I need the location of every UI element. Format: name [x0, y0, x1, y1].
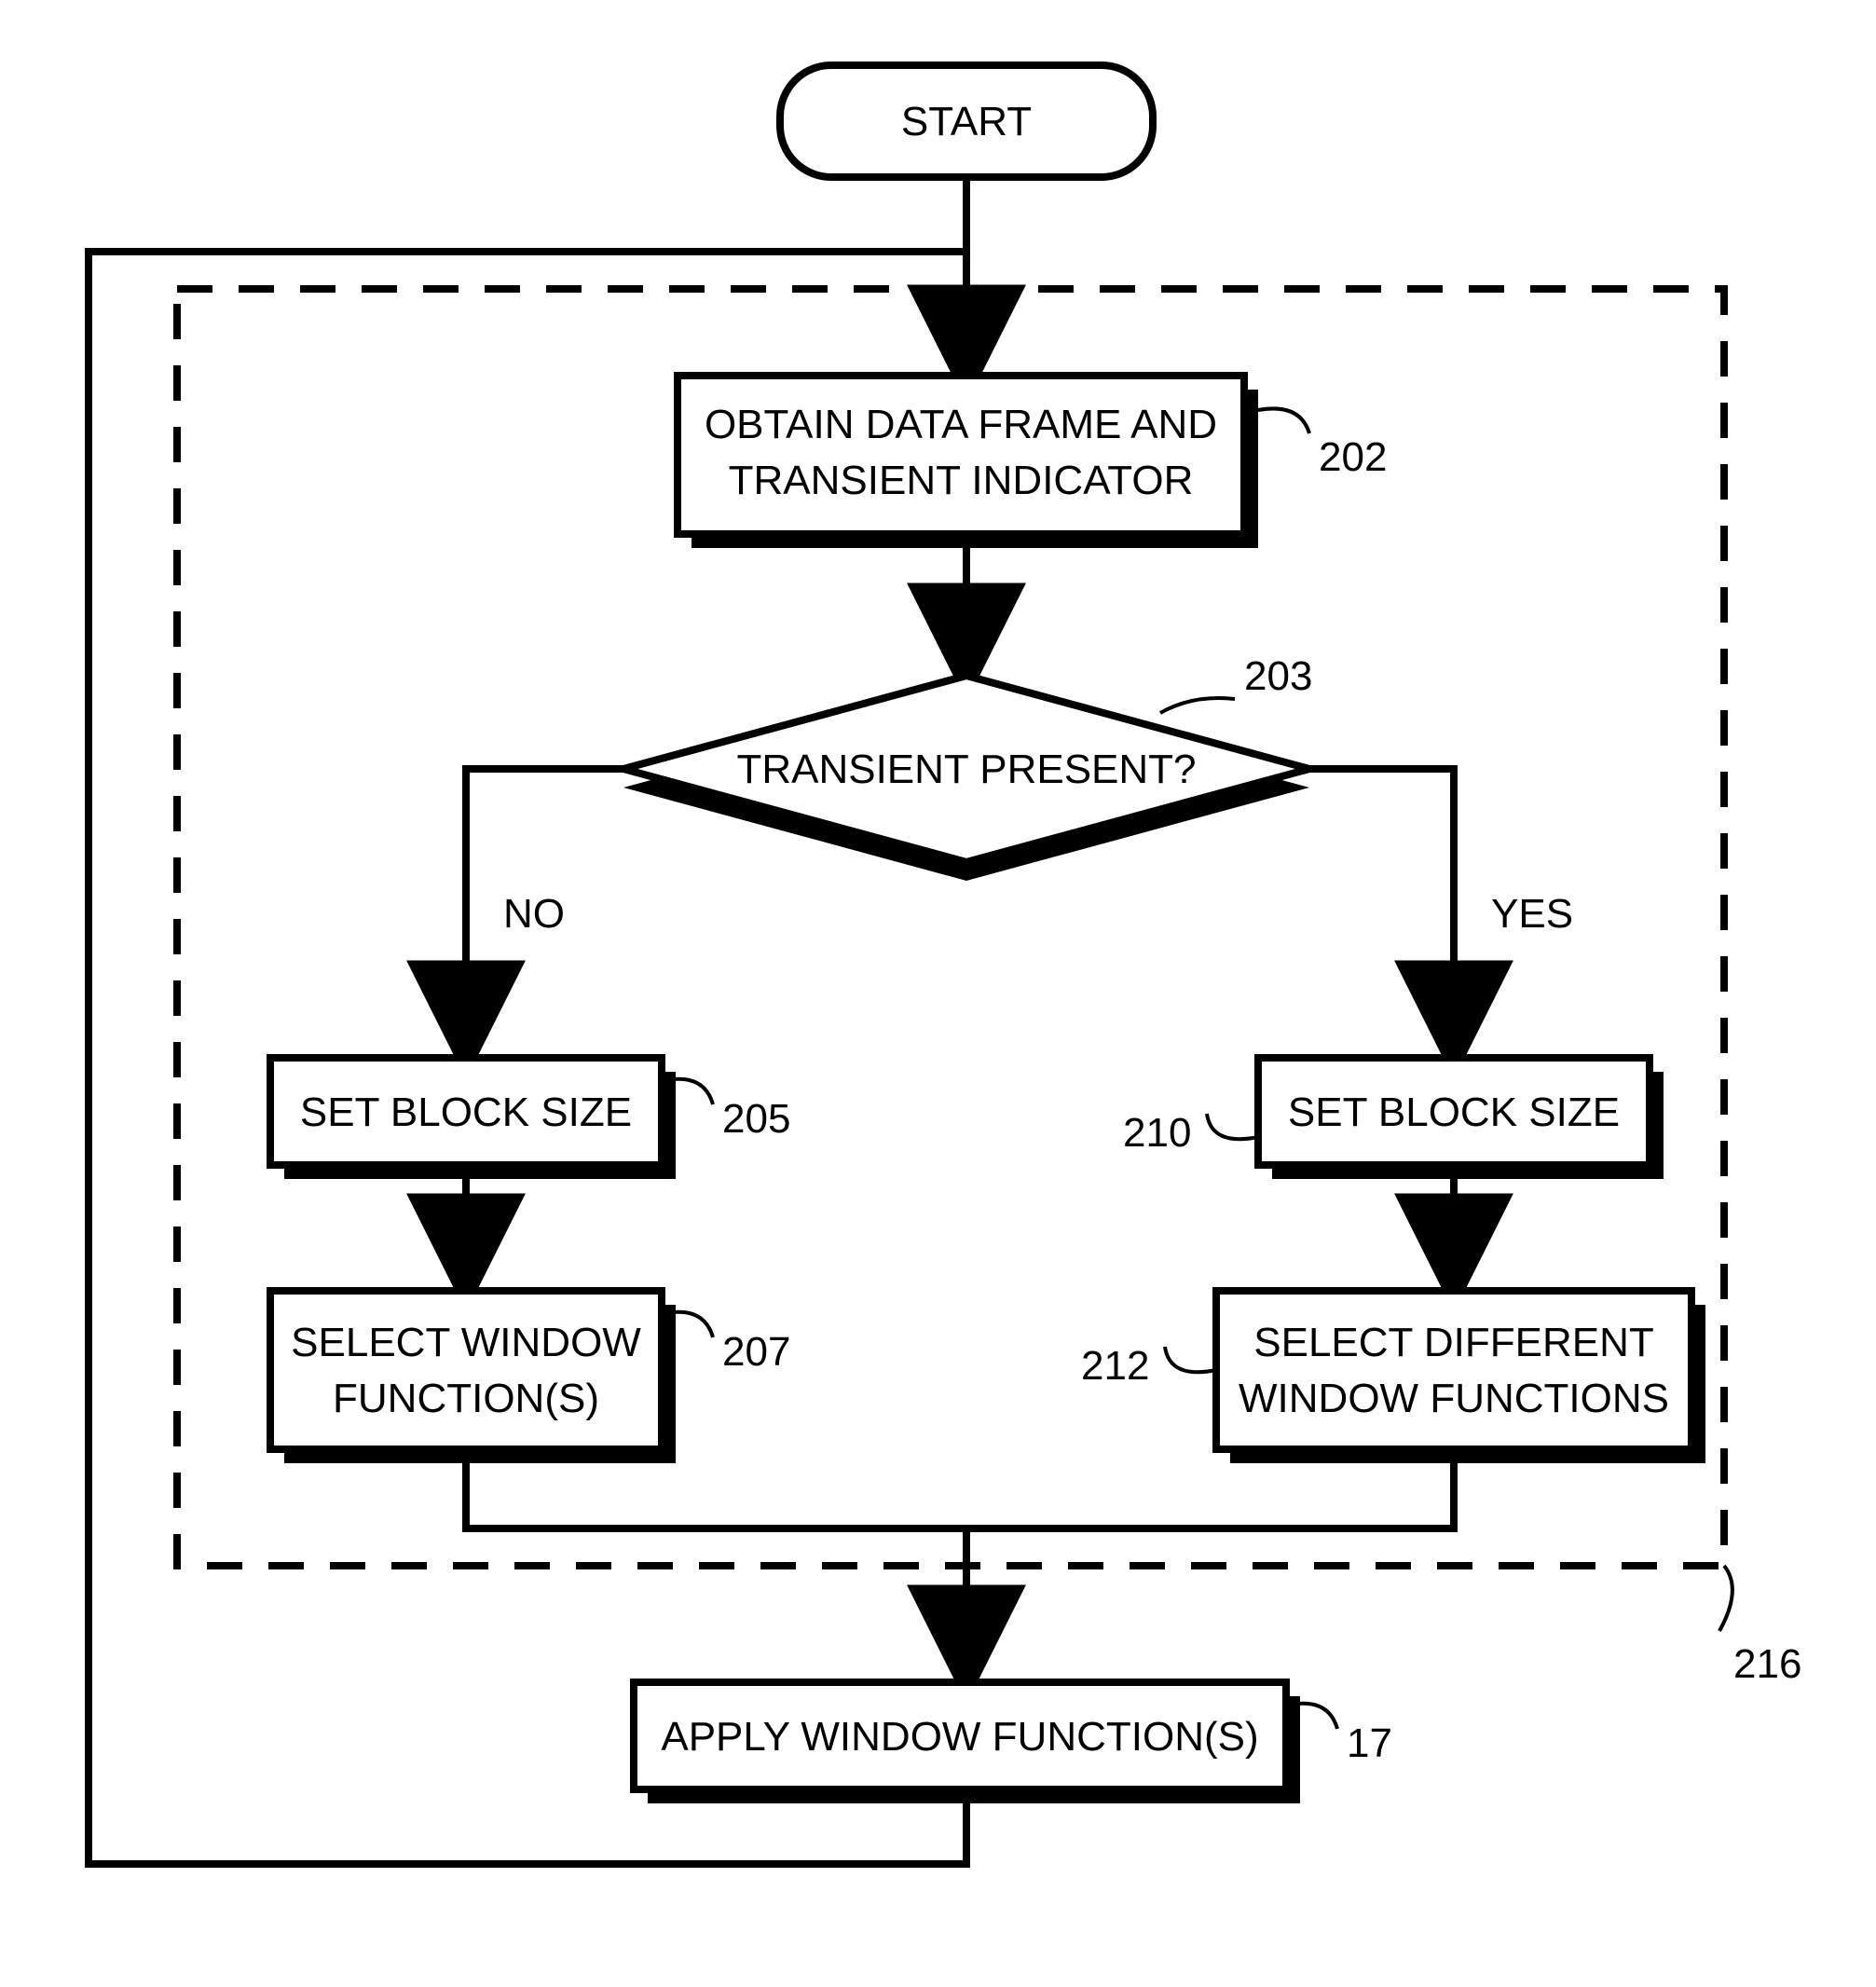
start-label: START: [901, 99, 1032, 144]
node-203: TRANSIENT PRESENT?: [623, 676, 1309, 881]
node-207: SELECT WINDOW FUNCTION(S): [270, 1291, 676, 1463]
ref-202: 202: [1319, 434, 1387, 480]
ref-212: 212: [1081, 1343, 1149, 1389]
ref-205: 205: [722, 1096, 790, 1142]
ref-216: 216: [1733, 1641, 1801, 1687]
node-205: SET BLOCK SIZE: [270, 1058, 676, 1179]
ref-210: 210: [1123, 1110, 1191, 1156]
ref-203: 203: [1244, 653, 1312, 699]
node-205-text: SET BLOCK SIZE: [300, 1089, 632, 1135]
start-node: START: [780, 65, 1153, 177]
node-207-line2: FUNCTION(S): [333, 1376, 599, 1421]
node-207-line1: SELECT WINDOW: [291, 1320, 641, 1365]
node-202-line2: TRANSIENT INDICATOR: [729, 458, 1194, 503]
edge-no: NO: [503, 891, 565, 937]
node-212-line2: WINDOW FUNCTIONS: [1239, 1376, 1669, 1421]
flowchart: 216 START OBTAIN DATA FRAME AND TRANSIEN…: [0, 0, 1876, 1987]
node-203-text: TRANSIENT PRESENT?: [736, 747, 1196, 792]
edge-yes: YES: [1491, 891, 1573, 937]
node-17-text: APPLY WINDOW FUNCTION(S): [661, 1714, 1258, 1760]
node-17: APPLY WINDOW FUNCTION(S): [634, 1682, 1300, 1803]
node-212-line1: SELECT DIFFERENT: [1253, 1320, 1653, 1365]
ref-207: 207: [722, 1329, 790, 1375]
node-202: OBTAIN DATA FRAME AND TRANSIENT INDICATO…: [678, 376, 1258, 548]
node-212: SELECT DIFFERENT WINDOW FUNCTIONS: [1216, 1291, 1705, 1463]
node-202-line1: OBTAIN DATA FRAME AND: [705, 402, 1217, 447]
node-210-text: SET BLOCK SIZE: [1288, 1089, 1620, 1135]
ref-17: 17: [1347, 1720, 1392, 1766]
node-210: SET BLOCK SIZE: [1258, 1058, 1664, 1179]
